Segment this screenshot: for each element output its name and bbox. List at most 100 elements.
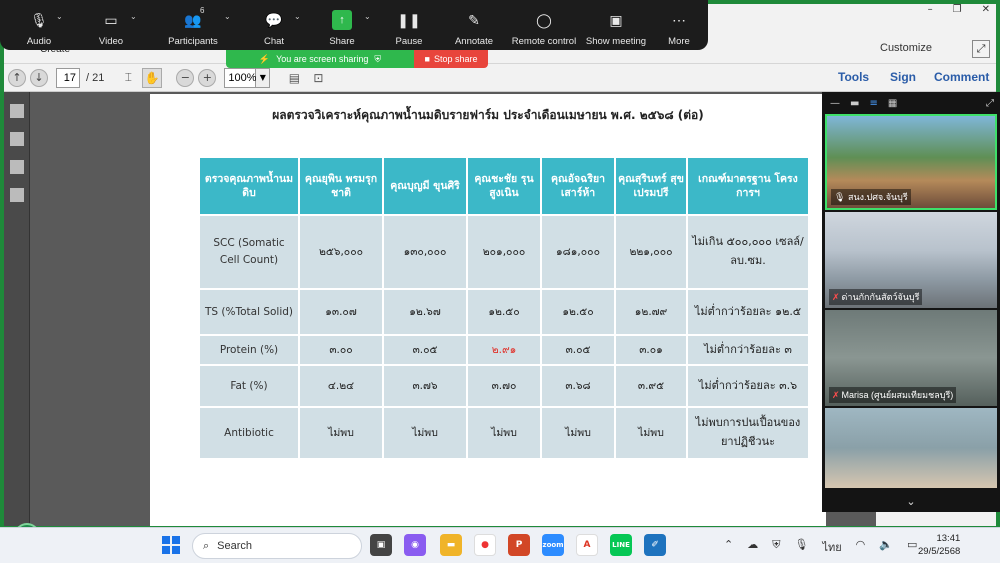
- zoom-app-icon[interactable]: zoom: [542, 534, 564, 556]
- layout-icon[interactable]: ▬: [850, 98, 859, 109]
- microphone-icon[interactable]: 🎙: [794, 538, 808, 556]
- chat-button[interactable]: 💬 ⌄ Chat: [242, 0, 306, 50]
- comment-link[interactable]: Comment: [934, 70, 989, 84]
- gallery-view-icon[interactable]: ▦: [888, 98, 897, 109]
- table-cell: ๔.๒๔: [300, 366, 382, 406]
- participant-name: ✗ Marisa (ศูนย์ผสมเทียมชลบุรี): [829, 387, 957, 403]
- chevron-down-icon[interactable]: ⌄: [130, 12, 137, 21]
- chevron-up-icon[interactable]: ⌃: [724, 538, 733, 556]
- taskbar-clock[interactable]: 13:41 29/5/2568: [918, 532, 960, 559]
- video-tile[interactable]: 🎙 สนง.ปศจ.จันบุรี: [825, 114, 997, 210]
- battery-icon[interactable]: ▭: [907, 538, 917, 556]
- header-cell: ตรวจคุณภาพน้ำนมดิบ: [200, 158, 298, 214]
- customize-button[interactable]: Customize: [880, 42, 932, 54]
- zoom-level-input[interactable]: 100%: [224, 67, 257, 88]
- chevron-down-icon[interactable]: ⌄: [364, 12, 371, 21]
- criteria-cell: ไม่ต่ำกว่าร้อยละ ๓: [688, 336, 808, 364]
- page-number-input[interactable]: 17: [56, 67, 80, 88]
- share-button[interactable]: ↑ ⌄ Share: [306, 0, 378, 50]
- tools-link[interactable]: Tools: [838, 70, 869, 84]
- line-app-icon[interactable]: LINE: [610, 534, 632, 556]
- chat-icon: 💬: [265, 11, 283, 28]
- zoom-dropdown-icon[interactable]: ▼: [256, 67, 271, 88]
- windows-start-icon[interactable]: [162, 536, 180, 554]
- volume-icon[interactable]: 🔈: [879, 538, 893, 556]
- table-cell: ๑๘๑,๐๐๐: [542, 216, 614, 288]
- table-cell: ๓.๐๕: [384, 336, 466, 364]
- copilot-icon[interactable]: ◉: [404, 534, 426, 556]
- right-pane-strip: [876, 510, 996, 526]
- hand-tool-icon[interactable]: ✋: [142, 67, 163, 88]
- signatures-icon[interactable]: [9, 188, 24, 202]
- chevron-down-icon[interactable]: ⌄: [56, 12, 63, 21]
- stop-share-button[interactable]: ■ Stop share: [414, 50, 488, 68]
- zoom-meeting-toolbar: 🎙 ⌄ Audio ▭ ⌄ Video 👥 6 ⌄ Participants 💬…: [0, 0, 708, 50]
- table-cell: ไม่พบ: [300, 408, 382, 458]
- fit-page-icon[interactable]: ▤: [284, 68, 304, 88]
- windows-taskbar: ⌕ Search ▣ ◉ ▬ ● P zoom A LINE ✐ ⌃ ☁ ⛨ 🎙…: [0, 527, 1000, 563]
- video-tile[interactable]: [825, 408, 997, 488]
- zoom-in-icon[interactable]: +: [198, 68, 217, 87]
- row-label: Fat (%): [200, 366, 298, 406]
- scroll-down-icon[interactable]: ⌄: [822, 490, 1000, 512]
- participants-button[interactable]: 👥 6 ⌄ Participants: [144, 0, 242, 50]
- table-cell: ๓.๙๕: [616, 366, 686, 406]
- pause-button[interactable]: ❚❚ Pause: [378, 0, 440, 50]
- close-icon[interactable]: ✕: [982, 4, 990, 15]
- remote-control-button[interactable]: ◯ Remote control: [508, 0, 580, 50]
- sign-link[interactable]: Sign: [890, 70, 916, 84]
- table-row: Fat (%) ๔.๒๔ ๓.๗๖ ๓.๗๐ ๓.๖๘ ๓.๙๕ ไม่ต่ำก…: [200, 366, 808, 406]
- mic-muted-icon: ✗: [832, 292, 840, 302]
- table-cell: ๒๐๑,๐๐๐: [468, 216, 540, 288]
- pause-label: Pause: [395, 36, 423, 47]
- expand-icon[interactable]: ⤢: [972, 40, 990, 58]
- video-thumbnail-panel: — ▬ ≡ ▦ ⤢ 🎙 สนง.ปศจ.จันบุรี ✗ ด่านกักกันส…: [822, 92, 1000, 512]
- taskbar-search[interactable]: ⌕ Search: [192, 533, 362, 559]
- restore-icon[interactable]: ❐: [953, 4, 962, 15]
- pdf-page: ผลตรวจวิเคราะห์คุณภาพน้ำนมดิบรายฟาร์ม ปร…: [150, 94, 826, 526]
- show-meeting-button[interactable]: ▣ Show meeting: [580, 0, 652, 50]
- paint-app-icon[interactable]: ✐: [644, 534, 666, 556]
- previous-page-icon[interactable]: ↑: [8, 68, 26, 87]
- bookmarks-icon[interactable]: [9, 132, 24, 146]
- chevron-down-icon[interactable]: ⌄: [224, 12, 231, 21]
- table-header-row: ตรวจคุณภาพน้ำนมดิบ คุณยุพิน พรมรุกชาติ ค…: [200, 158, 808, 214]
- table-cell: ๓.๖๘: [542, 366, 614, 406]
- table-cell: ๓.๐๐: [300, 336, 382, 364]
- language-indicator[interactable]: ไทย: [822, 538, 841, 556]
- video-tile[interactable]: ✗ Marisa (ศูนย์ผสมเทียมชลบุรี): [825, 310, 997, 406]
- row-label: TS (%Total Solid): [200, 290, 298, 334]
- system-tray: ⌃ ☁ ⛨ 🎙 ไทย ◠ 🔈 ▭: [724, 538, 917, 556]
- wifi-icon[interactable]: ◠: [856, 538, 866, 556]
- page-thumbnails-icon[interactable]: [9, 104, 24, 118]
- audio-button[interactable]: 🎙 ⌄ Audio: [0, 0, 78, 50]
- attachments-icon[interactable]: [9, 160, 24, 174]
- speaker-view-icon[interactable]: ≡: [869, 98, 877, 109]
- powerpoint-icon[interactable]: P: [508, 534, 530, 556]
- navigation-pane: [4, 92, 30, 526]
- video-tile[interactable]: ✗ ด่านกักกันสัตว์จันบุรี: [825, 212, 997, 308]
- signal-icon: ⚡: [258, 53, 271, 64]
- table-cell: ๑๒.๕๐: [542, 290, 614, 334]
- cloud-icon[interactable]: ☁: [747, 538, 758, 556]
- minimize-panel-icon[interactable]: —: [830, 98, 840, 109]
- header-cell: คุณบุญมี ขุนศิริ: [384, 158, 466, 214]
- next-page-icon[interactable]: ↓: [30, 68, 48, 87]
- file-explorer-icon[interactable]: ▬: [440, 534, 462, 556]
- video-button[interactable]: ▭ ⌄ Video: [78, 0, 144, 50]
- acrobat-icon[interactable]: A: [576, 534, 598, 556]
- chrome-icon[interactable]: ●: [474, 534, 496, 556]
- fullscreen-icon[interactable]: ⤢: [986, 98, 994, 109]
- zoom-out-icon[interactable]: −: [176, 68, 195, 87]
- shield-icon[interactable]: ⛨: [772, 538, 780, 556]
- more-button[interactable]: ⋯ More: [652, 0, 706, 50]
- minimize-icon[interactable]: –: [928, 4, 933, 15]
- sharing-status-label: You are screen sharing: [276, 54, 369, 64]
- chevron-down-icon[interactable]: ⌄: [294, 12, 301, 21]
- share-label: Share: [329, 36, 355, 47]
- task-view-icon[interactable]: ▣: [370, 534, 392, 556]
- annotate-button[interactable]: ✎ Annotate: [440, 0, 508, 50]
- fit-width-icon[interactable]: ⊡: [308, 68, 328, 88]
- select-cursor-icon[interactable]: ⌶: [118, 68, 138, 88]
- row-label: Antibiotic: [200, 408, 298, 458]
